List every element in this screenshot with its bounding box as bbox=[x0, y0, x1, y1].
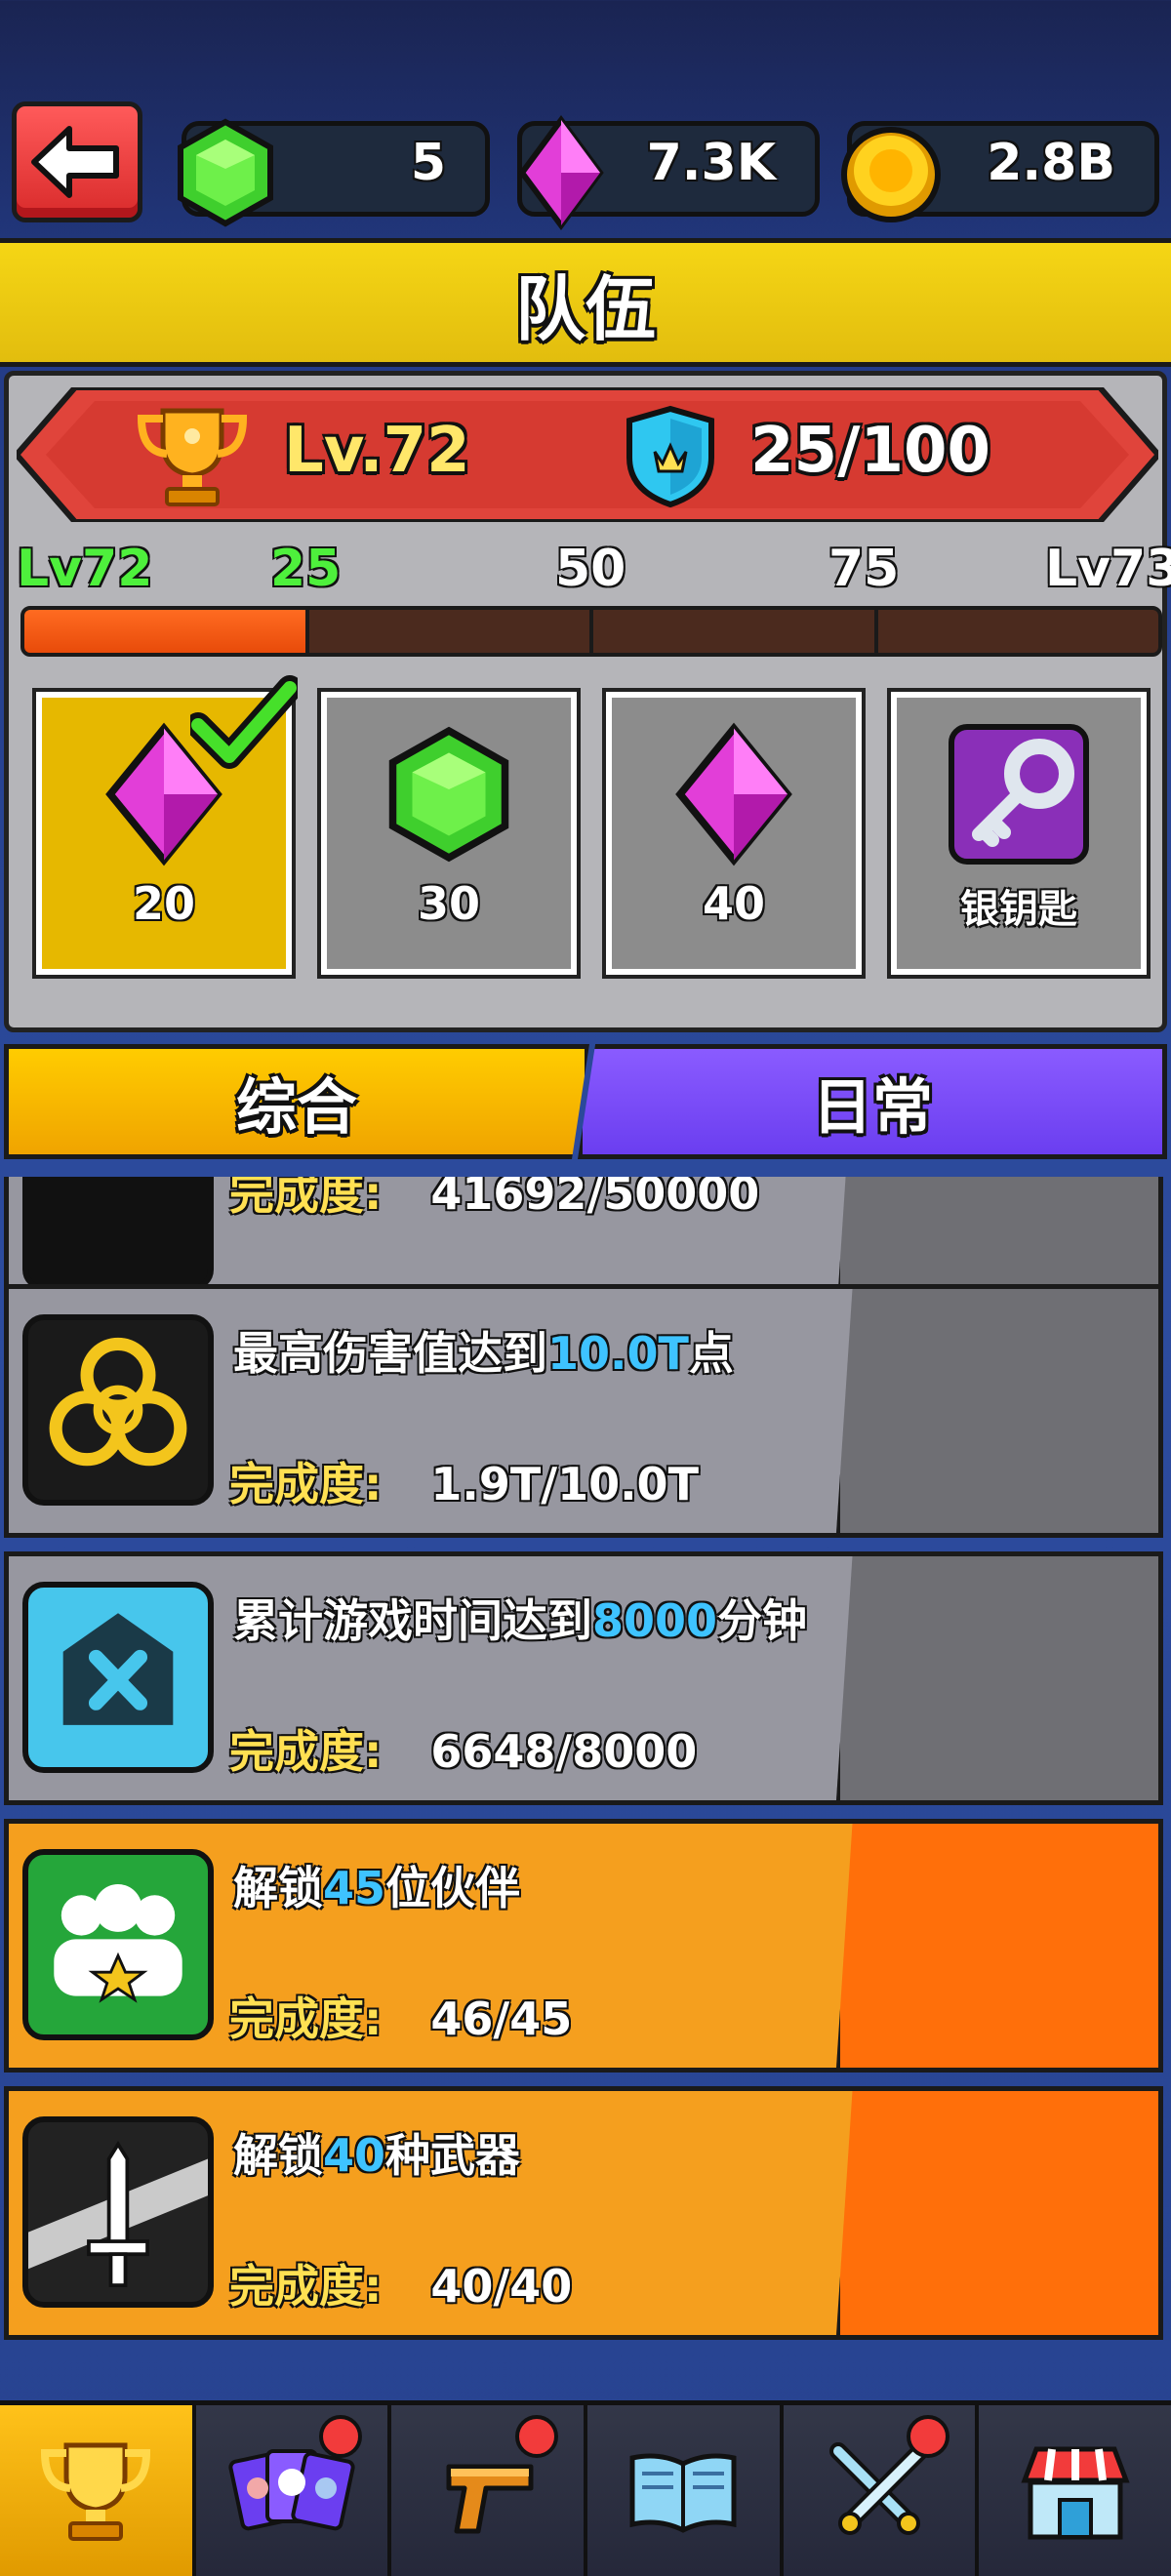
progress-segment bbox=[877, 610, 1158, 653]
task-progress: 完成度: 6648/8000 bbox=[229, 1716, 697, 1781]
notification-dot bbox=[319, 2415, 363, 2458]
task-item[interactable]: 最高伤害值达到10.0T点 完成度: 1.9T/10.0T bbox=[4, 1284, 1163, 1538]
shop-icon bbox=[1021, 2446, 1130, 2539]
marker-50: 50 bbox=[555, 540, 626, 598]
marker-next-level: Lv73 bbox=[1045, 540, 1171, 598]
reward-amount: 20 bbox=[132, 877, 195, 930]
task-action-area[interactable] bbox=[836, 1824, 1158, 2068]
task-item[interactable]: 累计游戏时间达到8000分钟 完成度: 6648/8000 bbox=[4, 1551, 1163, 1805]
reward-slot-3[interactable]: 40 bbox=[602, 688, 866, 979]
pink-gem-icon bbox=[675, 722, 792, 866]
tab-daily[interactable]: 日常 bbox=[578, 1044, 1167, 1159]
coin-value: 2.8B bbox=[987, 134, 1115, 192]
silver-key-icon bbox=[949, 724, 1089, 865]
green-gem-icon bbox=[178, 118, 273, 227]
task-icon bbox=[22, 1177, 214, 1291]
pink-gem-value: 7.3K bbox=[646, 134, 776, 192]
coin-icon bbox=[841, 127, 941, 222]
progress-label: 完成度: bbox=[229, 1992, 383, 2045]
level-progress-bar bbox=[20, 606, 1162, 657]
task-title: 累计游戏时间达到8000分钟 bbox=[233, 1594, 808, 1647]
progress-value: 40/40 bbox=[430, 2260, 573, 2313]
nav-cards[interactable] bbox=[195, 2405, 392, 2576]
green-gem-icon bbox=[388, 726, 509, 863]
task-action-area[interactable] bbox=[836, 1556, 1158, 1800]
marker-25: 25 bbox=[270, 540, 342, 598]
progress-value: 6648/8000 bbox=[430, 1725, 698, 1778]
reward-slot-2[interactable]: 30 bbox=[317, 688, 581, 979]
notification-dot bbox=[515, 2415, 559, 2458]
hourglass-x-icon bbox=[22, 1582, 214, 1773]
trophy-icon bbox=[137, 408, 248, 506]
reward-amount: 30 bbox=[417, 877, 480, 930]
progress-value: 1.9T/10.0T bbox=[430, 1458, 699, 1510]
green-gem-value: 5 bbox=[410, 134, 446, 192]
book-icon bbox=[629, 2453, 737, 2533]
tab-general[interactable]: 综合 bbox=[4, 1044, 589, 1159]
progress-value: 41692/50000 bbox=[430, 1177, 760, 1220]
task-title: 最高伤害值达到10.0T点 bbox=[233, 1327, 734, 1380]
team-level: Lv.72 bbox=[284, 415, 470, 487]
marker-75: 75 bbox=[828, 540, 900, 598]
progress-label: 完成度: bbox=[229, 2260, 383, 2313]
coin-counter[interactable]: 2.8B bbox=[841, 121, 1159, 222]
bottom-nav bbox=[0, 2400, 1171, 2576]
task-title: 解锁40种武器 bbox=[233, 2129, 521, 2182]
task-item[interactable]: 解锁40种武器 完成度: 40/40 bbox=[4, 2086, 1163, 2340]
progress-label: 完成度: bbox=[229, 1458, 383, 1510]
green-gem-counter[interactable]: 5 bbox=[178, 118, 490, 227]
trophy-icon bbox=[41, 2442, 151, 2541]
shield-icon bbox=[626, 405, 714, 508]
nav-trophy[interactable] bbox=[0, 2405, 196, 2576]
back-button[interactable] bbox=[12, 101, 142, 222]
nav-shop[interactable] bbox=[979, 2405, 1171, 2576]
progress-segment bbox=[593, 610, 874, 653]
task-progress: 完成度: 1.9T/10.0T bbox=[229, 1449, 699, 1513]
marker-start-level: Lv72 bbox=[17, 540, 153, 598]
task-action-area[interactable] bbox=[836, 1289, 1158, 1533]
task-title: 解锁45位伙伴 bbox=[233, 1862, 521, 1914]
reward-slot-1[interactable]: 20 bbox=[32, 675, 298, 979]
progress-segment bbox=[24, 610, 305, 653]
pink-gem-icon bbox=[518, 114, 604, 231]
page-title-bar: 队伍 bbox=[0, 238, 1171, 367]
team-level-panel: Lv.72 25/100 Lv72 25 50 75 Lv73 20 30 40… bbox=[4, 371, 1171, 1032]
progress-label: 完成度: bbox=[229, 1177, 383, 1220]
task-progress: 完成度: 41692/50000 bbox=[229, 1177, 759, 1223]
notification-dot bbox=[907, 2415, 950, 2458]
task-progress: 完成度: 46/45 bbox=[229, 1984, 572, 2048]
progress-segment bbox=[308, 610, 589, 653]
team-points: 25/100 bbox=[750, 415, 991, 487]
task-tabs: 综合 日常 bbox=[0, 1040, 1171, 1163]
reward-amount: 40 bbox=[702, 877, 765, 930]
task-progress: 完成度: 40/40 bbox=[229, 2251, 572, 2315]
nav-battle[interactable] bbox=[783, 2405, 980, 2576]
partners-icon bbox=[22, 1849, 214, 2040]
biohazard-icon bbox=[22, 1314, 214, 1506]
top-bar: 5 7.3K 2.8B bbox=[0, 0, 1171, 234]
nav-book[interactable] bbox=[587, 2405, 784, 2576]
nav-weapons[interactable] bbox=[391, 2405, 588, 2576]
page-title: 队伍 bbox=[514, 267, 656, 350]
sword-icon bbox=[22, 2116, 214, 2308]
progress-label: 完成度: bbox=[229, 1725, 383, 1778]
reward-row: 20 30 40 银钥匙 bbox=[28, 675, 1151, 979]
task-action-area[interactable] bbox=[836, 2091, 1158, 2335]
check-icon bbox=[190, 675, 298, 769]
task-list[interactable]: 完成度: 41692/50000 最高伤害值达到10.0T点 完成度: 1.9T/1… bbox=[0, 1177, 1171, 2344]
reward-slot-4[interactable]: 银钥匙 bbox=[887, 688, 1151, 979]
back-arrow-icon bbox=[31, 126, 119, 198]
task-item[interactable]: 解锁45位伙伴 完成度: 46/45 bbox=[4, 1819, 1163, 2073]
pink-gem-counter[interactable]: 7.3K bbox=[517, 114, 820, 231]
progress-value: 46/45 bbox=[430, 1992, 573, 2045]
reward-amount: 银钥匙 bbox=[960, 887, 1077, 932]
